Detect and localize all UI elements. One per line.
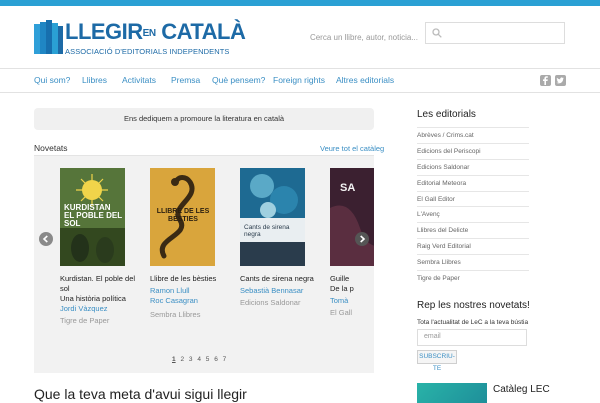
cover-title: Cants de sirena negra <box>244 224 290 238</box>
main-nav: Qui som? Llibres Activitats Premsa Què p… <box>0 68 600 93</box>
catalog-title[interactable]: Catàleg LEC <box>493 384 550 395</box>
editorial-link[interactable]: Editorial Meteora <box>417 174 529 191</box>
book-title[interactable]: Guille De la p <box>330 274 374 294</box>
book-cover[interactable]: Cants de sirena negra <box>240 168 305 266</box>
pager-item[interactable]: 3 <box>189 356 193 363</box>
logo-title: LLEGIREN CATALÀ <box>65 19 246 44</box>
search-hint: Cerca un llibre, autor, noticia... <box>309 33 418 42</box>
chevron-right-icon <box>360 235 366 243</box>
pager-item[interactable]: 4 <box>197 356 201 363</box>
cover-title: LLIBRE DE LES BÈSTIES <box>156 208 210 223</box>
book-cover[interactable]: KURDISTAN EL POBLE DEL SOL <box>60 168 125 266</box>
search-input[interactable] <box>425 22 565 44</box>
twitter-icon[interactable] <box>555 75 566 86</box>
nav-item-que-pensem[interactable]: Què pensem? <box>212 75 265 85</box>
book-title[interactable]: Llibre de les bèsties <box>150 274 232 284</box>
book-publisher[interactable]: Sembra Llibres <box>150 310 200 320</box>
see-all-link[interactable]: Veure tot el catàleg <box>320 144 384 153</box>
editorial-link[interactable]: Raig Verd Editorial <box>417 238 529 254</box>
site-logo[interactable]: LLEGIREN CATALÀ ASSOCIACIÓ D'EDITORIALS … <box>34 20 246 60</box>
editorials-heading: Les editorials <box>417 109 476 120</box>
facebook-icon[interactable] <box>540 75 551 86</box>
carousel-next-button[interactable] <box>355 232 369 246</box>
editorial-link[interactable]: El Gall Editor <box>417 190 529 207</box>
catalog-thumbnail[interactable] <box>417 383 487 403</box>
novetats-heading: Novetats <box>34 143 68 153</box>
pager-item[interactable]: 6 <box>214 356 218 363</box>
book-title[interactable]: Cants de sirena negra <box>240 274 322 284</box>
editorial-link[interactable]: Sembra Llibres <box>417 254 529 270</box>
pager-item[interactable]: 2 <box>180 356 184 363</box>
book-author[interactable]: Sebastià Bennasar <box>240 286 303 296</box>
book-card[interactable]: LLIBRE DE LES BÈSTIES Llibre de les bèst… <box>150 168 230 328</box>
pager-item[interactable]: 7 <box>223 356 227 363</box>
chevron-left-icon <box>42 235 48 243</box>
newsletter-text: Tota l'actualitat de LeC a la teva bústi… <box>417 319 529 326</box>
book-title[interactable]: Kurdistan. El poble del sol Una història… <box>60 274 142 304</box>
cover-title: KURDISTAN EL POBLE DEL SOL <box>64 203 122 228</box>
pager-item[interactable]: 1 <box>172 356 176 363</box>
nav-item-activitats[interactable]: Activitats <box>122 75 156 85</box>
editorial-link[interactable]: Abrèves / Crims.cat <box>417 127 529 143</box>
book-publisher[interactable]: Tigre de Paper <box>60 316 109 326</box>
nav-item-llibres[interactable]: Llibres <box>82 75 107 85</box>
book-card[interactable]: KURDISTAN EL POBLE DEL SOL Kurdistan. El… <box>60 168 140 328</box>
editorial-link[interactable]: L'Avenç <box>417 206 529 222</box>
editorial-link[interactable]: Edicions del Periscopi <box>417 142 529 159</box>
editorials-list: Abrèves / Crims.cat Edicions del Perisco… <box>417 127 529 286</box>
editorial-link[interactable]: Tigre de Paper <box>417 270 529 286</box>
cover-title: SA <box>340 182 356 194</box>
book-publisher[interactable]: Edicions Saldonar <box>240 298 300 308</box>
editorial-link[interactable]: Edicions Saldonar <box>417 158 529 175</box>
book-card[interactable]: SA Guille De la p Tomà El Gall <box>330 168 374 328</box>
carousel-pager: 1 2 3 4 5 6 7 <box>172 356 229 363</box>
book-card[interactable]: Cants de sirena negra Cants de sirena ne… <box>240 168 320 328</box>
nav-item-premsa[interactable]: Premsa <box>171 75 200 85</box>
site-header: LLEGIREN CATALÀ ASSOCIACIÓ D'EDITORIALS … <box>0 6 600 68</box>
book-cover[interactable]: LLIBRE DE LES BÈSTIES <box>150 168 215 266</box>
pager-item[interactable]: 5 <box>206 356 210 363</box>
nav-item-qui-som[interactable]: Qui som? <box>34 75 70 85</box>
book-cover[interactable]: SA <box>330 168 374 266</box>
books-logo-icon <box>34 20 63 54</box>
new-books-carousel: KURDISTAN EL POBLE DEL SOL Kurdistan. El… <box>34 155 374 373</box>
email-field[interactable]: email <box>417 329 527 346</box>
book-author[interactable]: Jordi Vàzquez <box>60 304 108 314</box>
search-icon <box>432 28 442 38</box>
logo-subtitle: ASSOCIACIÓ D'EDITORIALS INDEPENDENTS <box>65 47 230 56</box>
newsletter-heading: Rep les nostres novetats! <box>417 300 530 311</box>
carousel-prev-button[interactable] <box>39 232 53 246</box>
book-author[interactable]: Tomà <box>330 296 348 306</box>
nav-item-altres-editorials[interactable]: Altres editorials <box>336 75 394 85</box>
nav-item-foreign-rights[interactable]: Foreign rights <box>273 75 325 85</box>
book-publisher[interactable]: El Gall <box>330 308 352 318</box>
editorial-link[interactable]: Llibres del Delicte <box>417 222 529 238</box>
subscribe-button[interactable]: SUBSCRIU-TE <box>417 350 457 372</box>
mission-banner: Ens dediquem a promoure la literatura en… <box>34 108 374 130</box>
book-author[interactable]: Ramon Llull Roc Casagran <box>150 286 198 306</box>
